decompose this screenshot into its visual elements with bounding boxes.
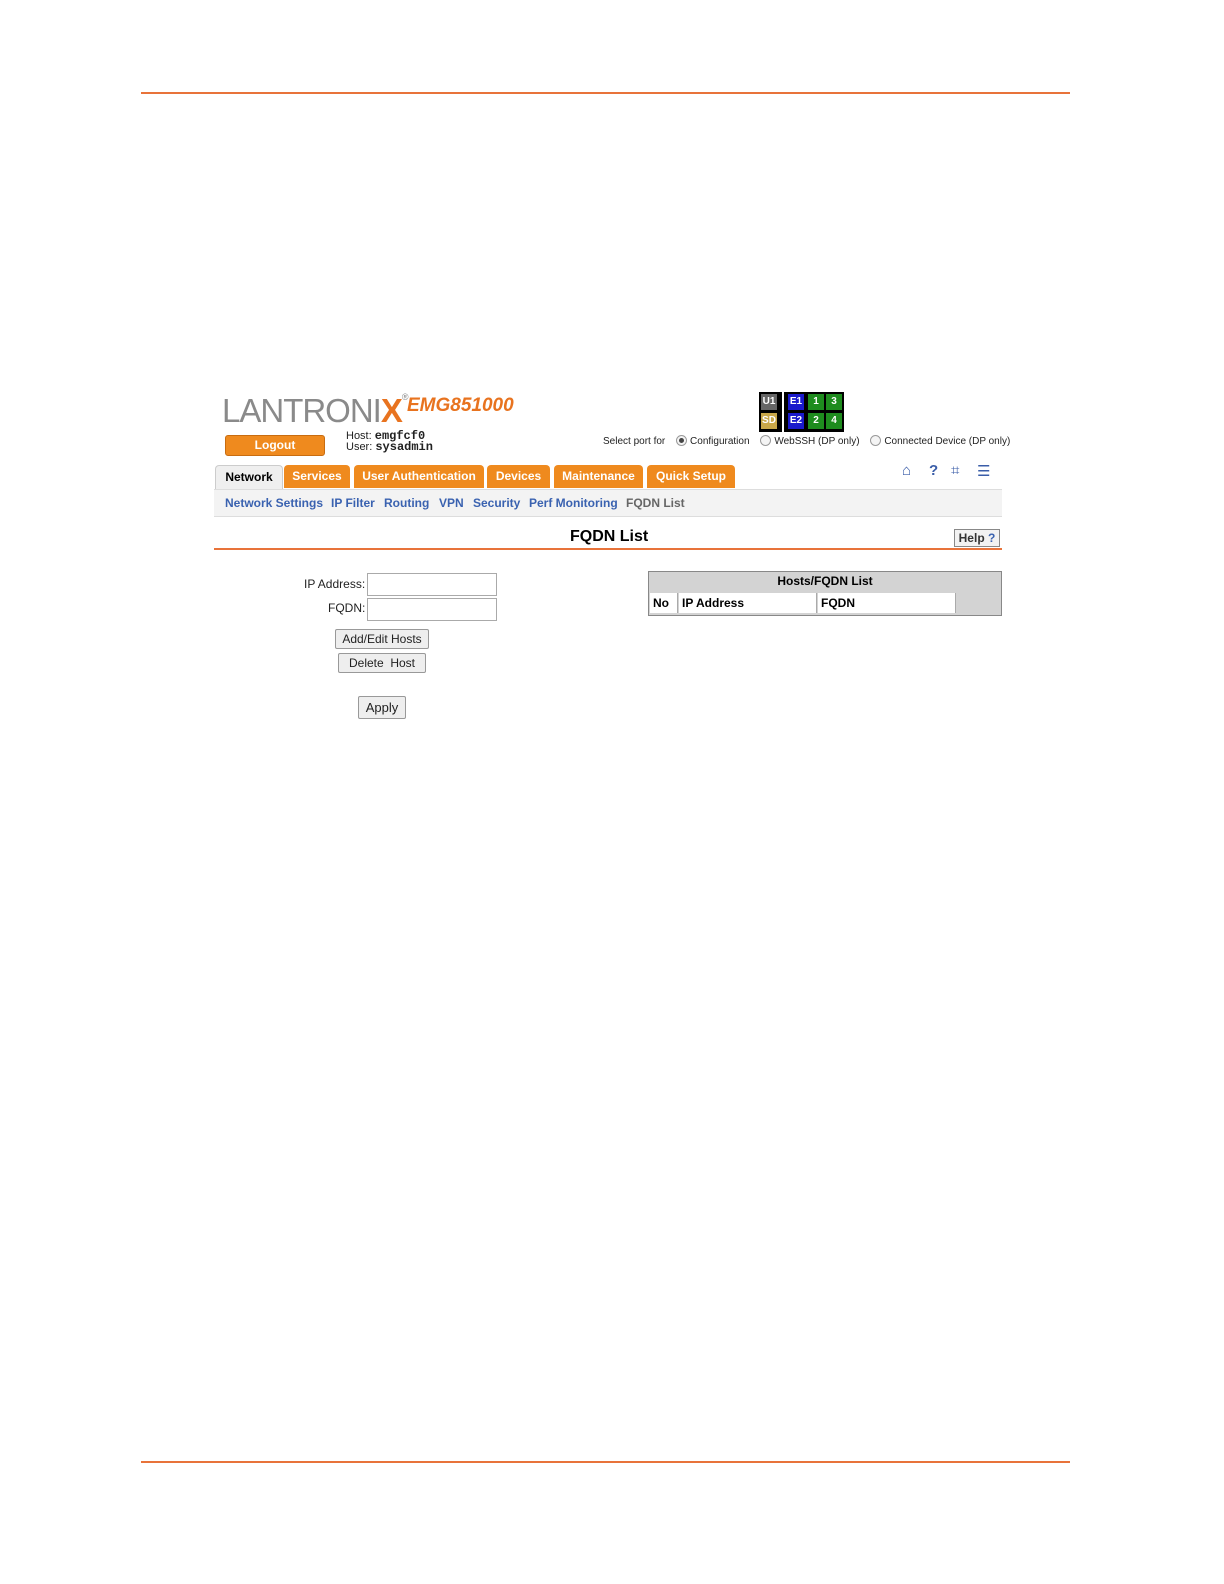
screenshot-panel: LANTRONIX® EMG851000 Logout Host: emgfcf… [214, 388, 1010, 728]
tab-quick-setup[interactable]: Quick Setup [647, 465, 735, 488]
tab-network[interactable]: Network [215, 465, 283, 489]
column-header-ip-address: IP Address [679, 593, 817, 613]
home-icon[interactable]: ⌂ [902, 462, 911, 479]
sitemap-icon[interactable]: ⌗ [951, 462, 959, 479]
lantronix-logo: LANTRONIX® [222, 392, 408, 429]
host-info: Host: emgfcf0 User: sysadmin [346, 429, 433, 454]
help-icon[interactable]: ? [929, 462, 938, 479]
tab-services[interactable]: Services [284, 465, 350, 488]
device-model: EMG851000 [407, 395, 514, 416]
port-e1[interactable]: E1 [788, 394, 804, 410]
radio-configuration-label: Configuration [690, 436, 750, 448]
ip-address-input[interactable] [367, 573, 497, 596]
port-2[interactable]: 2 [808, 413, 824, 429]
subnav-security[interactable]: Security [473, 496, 520, 510]
ip-address-label: IP Address: [304, 577, 366, 591]
radio-webssh[interactable] [760, 435, 772, 446]
tab-maintenance[interactable]: Maintenance [554, 465, 643, 488]
radio-connected-device[interactable] [870, 435, 882, 446]
subnav-ip-filter[interactable]: IP Filter [331, 496, 375, 510]
radio-webssh-label: WebSSH (DP only) [774, 436, 860, 448]
column-header-fqdn: FQDN [818, 593, 956, 613]
apply-button[interactable]: Apply [358, 696, 406, 719]
sub-navigation: Network Settings IP Filter Routing VPN S… [214, 489, 1002, 517]
table-caption: Hosts/FQDN List [777, 574, 873, 588]
logout-button[interactable]: Logout [225, 435, 325, 456]
top-rule [141, 92, 1070, 94]
log-icon[interactable]: ☰ [977, 462, 990, 480]
subnav-vpn[interactable]: VPN [439, 496, 464, 510]
radio-configuration[interactable] [676, 435, 688, 446]
port-sd[interactable]: SD [761, 413, 777, 429]
fqdn-label: FQDN: [328, 601, 366, 615]
tab-devices[interactable]: Devices [487, 465, 550, 488]
select-port-label: Select port for [603, 436, 666, 448]
radio-connected-device-label: Connected Device (DP only) [884, 436, 1011, 448]
subnav-perf-monitoring[interactable]: Perf Monitoring [529, 496, 618, 510]
port-4[interactable]: 4 [826, 413, 842, 429]
add-edit-hosts-button[interactable]: Add/Edit Hosts [335, 629, 429, 649]
column-header-no: No [650, 593, 678, 613]
port-1[interactable]: 1 [808, 394, 824, 410]
subnav-routing[interactable]: Routing [384, 496, 429, 510]
help-button[interactable]: Help ? [954, 529, 1000, 547]
delete-host-button[interactable]: Delete Host [338, 653, 426, 673]
page-title: FQDN List [570, 528, 649, 545]
tab-user-authentication[interactable]: User Authentication [354, 465, 484, 488]
subnav-fqdn-list[interactable]: FQDN List [626, 496, 685, 510]
title-underline [214, 548, 1002, 550]
subnav-network-settings[interactable]: Network Settings [225, 496, 323, 510]
fqdn-input[interactable] [367, 598, 497, 621]
hosts-fqdn-table: Hosts/FQDN List No IP Address FQDN [648, 571, 1002, 616]
select-port-row: Select port for Configuration WebSSH (DP… [603, 435, 1011, 448]
port-u1[interactable]: U1 [761, 394, 777, 410]
port-divider [782, 392, 784, 432]
bottom-rule [141, 1461, 1070, 1463]
port-3[interactable]: 3 [826, 394, 842, 410]
port-e2[interactable]: E2 [788, 413, 804, 429]
port-status-panel: U1 SD E1 E2 1 2 3 4 [759, 392, 844, 432]
